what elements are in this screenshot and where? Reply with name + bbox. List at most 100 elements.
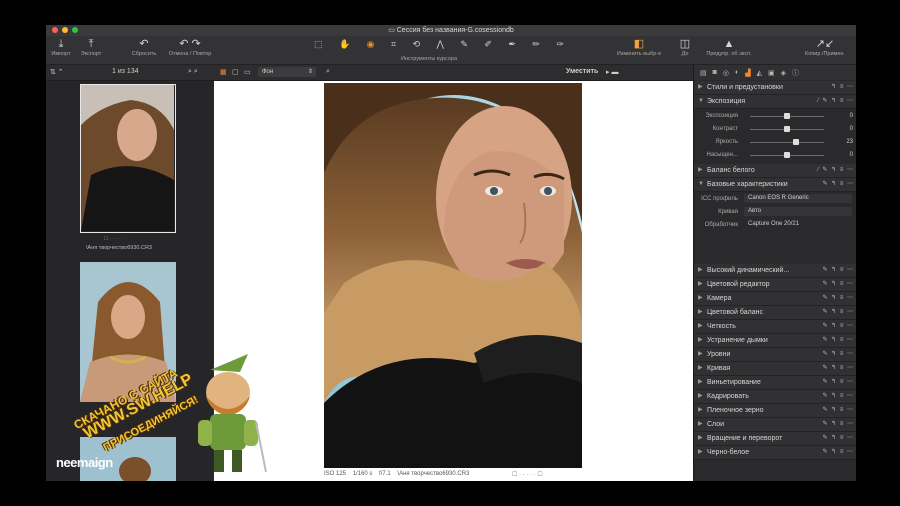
tool-section-header[interactable]: ▶ Устранение дымки ✎ ↰ ≡ ⋯	[694, 334, 856, 348]
tool-section-header[interactable]: ▶ Пленочное зерно ✎ ↰ ≡ ⋯	[694, 404, 856, 418]
panel-actions-icon[interactable]: ✎ ↰ ≡ ⋯	[822, 376, 854, 389]
adjustments-tab-icon[interactable]: ◈	[781, 69, 786, 77]
panel-actions-icon[interactable]: ✎ ↰ ≡ ⋯	[822, 418, 854, 431]
change-selected-button[interactable]: ◧ Изменить выбр-е	[614, 38, 664, 57]
panel-actions-icon[interactable]: ✎ ↰ ≡ ⋯	[822, 446, 854, 459]
grid-view-icon[interactable]: ▦	[220, 68, 227, 76]
tool-section-header[interactable]: ▶ Слои ✎ ↰ ≡ ⋯	[694, 418, 856, 432]
tool-section-header[interactable]: ▶ Уровни ✎ ↰ ≡ ⋯	[694, 348, 856, 362]
thumbnail-selected[interactable]	[80, 84, 176, 233]
camera-tab-icon[interactable]: ◙	[713, 69, 717, 76]
panel-actions-icon[interactable]: ✎ ↰ ≡ ⋯	[822, 278, 854, 291]
tool-section-header[interactable]: ▶ Виньетирование ✎ ↰ ≡ ⋯	[694, 376, 856, 390]
engine-row: Обработчик Capture One 20/21	[694, 219, 856, 231]
import-button[interactable]: ⤓ Импорт	[50, 38, 72, 57]
panel-actions-icon[interactable]: ✎ ↰ ≡ ⋯	[822, 306, 854, 319]
brightness-slider-row: Яркость 23	[715, 139, 853, 145]
tool-section-header[interactable]: ▶ Цветовой баланс ✎ ↰ ≡ ⋯	[694, 306, 856, 320]
exposure-warning-button[interactable]: ▲ Предупр. об эксп.	[704, 38, 754, 57]
panel-actions-icon[interactable]: ↰ ≡ ⋯	[831, 81, 854, 94]
panel-actions-icon[interactable]: ✎ ↰ ≡ ⋯	[822, 362, 854, 375]
crop-cursor-icon[interactable]: ⌗	[391, 39, 396, 51]
chevron-right-icon: ▶	[698, 167, 703, 173]
export-icon: ⤒	[88, 38, 94, 50]
reset-button[interactable]: ↶ Сбросить	[128, 38, 160, 57]
chevron-right-icon: ▶	[698, 351, 703, 357]
white-balance-panel-header[interactable]: ▶ Баланс белого ⁄ ✎ ↰ ≡ ⋯	[694, 164, 856, 178]
curve-dropdown[interactable]: Авто	[744, 207, 852, 216]
metadata-tab-icon[interactable]: ▣	[768, 69, 775, 77]
saturation-slider-knob[interactable]	[784, 152, 790, 158]
info-tab-icon[interactable]: ⓘ	[792, 68, 799, 78]
copy-apply-button[interactable]: ↗↙ Копир./Примен.	[798, 38, 852, 57]
rotate-cursor-icon[interactable]: ⟲	[412, 39, 420, 51]
heal-cursor-icon[interactable]: ✑	[556, 39, 564, 51]
basic-characteristics-panel-header[interactable]: ▼ Базовые характеристики ✎ ↰ ≡ ⋯	[694, 178, 856, 192]
filter-dropdown[interactable]: Фон ⇕	[258, 67, 316, 77]
panel-actions-icon[interactable]: ✎ ↰ ≡ ⋯	[822, 320, 854, 333]
picker-cursor-icon[interactable]: ✒	[508, 39, 516, 51]
main-photo[interactable]	[324, 83, 582, 468]
sort-icon[interactable]: ⇅ ⌃	[50, 68, 64, 76]
brightness-slider[interactable]	[750, 142, 824, 143]
before-button[interactable]: ◫ До	[672, 38, 698, 57]
tool-tabs: ▤ ◙ ◎ ◐ ▟ ◭ ▣ ◈ ⓘ	[694, 65, 856, 80]
filmstrip-view-icon[interactable]: ▭	[244, 68, 251, 76]
tool-section-header[interactable]: ▶ Кадрировать ✎ ↰ ≡ ⋯	[694, 390, 856, 404]
eraser-cursor-icon[interactable]: ✐	[484, 39, 492, 51]
chevron-right-icon: ▶	[698, 295, 703, 301]
chevron-updown-icon: ⇕	[307, 69, 313, 75]
keystone-cursor-icon[interactable]: ⋀	[436, 39, 443, 51]
rating-dots[interactable]: ☐ · · · · ·	[104, 236, 124, 242]
panel-actions-icon[interactable]: ✎ ↰ ≡ ⋯	[822, 348, 854, 361]
tool-section-header[interactable]: ▶ Черно-белое ✎ ↰ ≡ ⋯	[694, 446, 856, 460]
brush-cursor-icon[interactable]: ✎	[460, 39, 468, 51]
select-cursor-icon[interactable]: ⬚	[314, 39, 323, 51]
chevron-right-icon: ▶	[698, 337, 703, 343]
panel-actions-icon[interactable]: ✎ ↰ ≡ ⋯	[822, 432, 854, 445]
brightness-slider-knob[interactable]	[792, 139, 799, 145]
before-after-icon: ◫	[679, 38, 691, 50]
tool-section-header[interactable]: ▶ Вращение и переворот ✎ ↰ ≡ ⋯	[694, 432, 856, 446]
fit-zoom-dropdown[interactable]: Уместить	[566, 68, 598, 75]
panel-actions-icon[interactable]: ✎ ↰ ≡ ⋯	[822, 404, 854, 417]
chevron-right-icon: ▶	[698, 267, 703, 273]
panel-actions-icon[interactable]: ⁄ ✎ ↰ ≡ ⋯	[818, 164, 854, 177]
tool-section-header[interactable]: ▶ Высокий динамический... ✎ ↰ ≡ ⋯	[694, 264, 856, 278]
search-icon[interactable]: ⌕ ⌕	[188, 68, 198, 76]
pan-cursor-icon[interactable]: ✋	[339, 39, 350, 51]
tool-section-header[interactable]: ▶ Цветовой редактор ✎ ↰ ≡ ⋯	[694, 278, 856, 292]
list-view-icon[interactable]: ▢	[232, 68, 239, 76]
viewer-rating-dots[interactable]: ☐ · · · · · ☐	[512, 471, 543, 478]
lens-tab-icon[interactable]: ◎	[723, 69, 729, 77]
tool-section-header[interactable]: ▶ Камера ✎ ↰ ≡ ⋯	[694, 292, 856, 306]
exposure-panel-header[interactable]: ▼ Экспозиция ⁄ ✎ ↰ ≡ ⋯	[694, 95, 856, 109]
window-title: ▭ Сессия без названия-G.cosessiondb	[388, 27, 514, 34]
tool-section-header[interactable]: ▶ Кривая ✎ ↰ ≡ ⋯	[694, 362, 856, 376]
chevron-right-icon: ▶	[698, 365, 703, 371]
zoom-slider-icon[interactable]: ▸ ▬	[606, 68, 618, 76]
engine-value: Capture One 20/21	[748, 221, 800, 227]
chevron-right-icon: ▶	[698, 393, 703, 399]
annotate-cursor-icon[interactable]: ✏	[532, 39, 540, 51]
library-tab-icon[interactable]: ▤	[700, 69, 707, 77]
undo-redo-button[interactable]: ↶ ↷ Отмена / Повтор	[164, 38, 216, 57]
styles-panel-header[interactable]: ▶ Стили и предустановки ↰ ≡ ⋯	[694, 81, 856, 95]
exposure-tab-icon[interactable]: ▟	[745, 69, 750, 77]
loupe-cursor-icon[interactable]: ◉	[367, 39, 375, 51]
search-icon-2[interactable]: ⌕	[326, 68, 330, 76]
contrast-slider-knob[interactable]	[784, 126, 790, 132]
export-button[interactable]: ⤒ Экспорт	[78, 38, 104, 57]
exposure-slider-knob[interactable]	[784, 113, 790, 119]
details-tab-icon[interactable]: ◭	[757, 69, 762, 77]
chevron-right-icon: ▶	[698, 281, 703, 287]
panel-actions-icon[interactable]: ✎ ↰ ≡ ⋯	[822, 178, 854, 191]
icc-profile-dropdown[interactable]: Canon EOS R Generic	[744, 194, 852, 203]
tool-section-header[interactable]: ▶ Четкость ✎ ↰ ≡ ⋯	[694, 320, 856, 334]
panel-actions-icon[interactable]: ✎ ↰ ≡ ⋯	[822, 292, 854, 305]
panel-actions-icon[interactable]: ⁄ ✎ ↰ ≡ ⋯	[818, 95, 854, 108]
panel-actions-icon[interactable]: ✎ ↰ ≡ ⋯	[822, 390, 854, 403]
panel-actions-icon[interactable]: ✎ ↰ ≡ ⋯	[822, 264, 854, 277]
panel-actions-icon[interactable]: ✎ ↰ ≡ ⋯	[822, 334, 854, 347]
color-tab-icon[interactable]: ◐	[735, 69, 739, 76]
